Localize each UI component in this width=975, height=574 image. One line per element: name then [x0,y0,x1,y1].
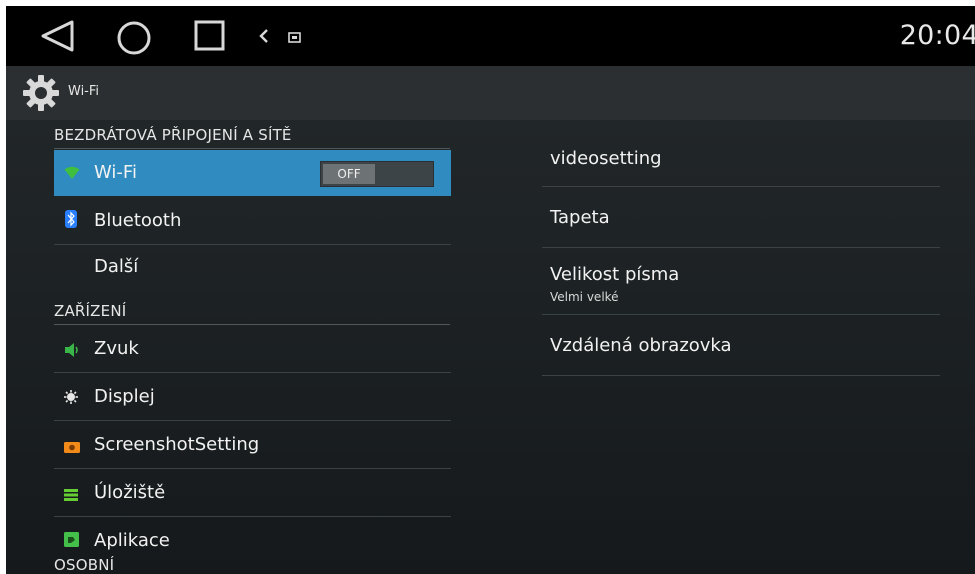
section-divider [54,148,450,149]
home-icon[interactable] [116,20,152,60]
list-item-summary: Velmi velké [550,290,619,304]
list-item-videosetting[interactable]: videosetting [542,128,940,184]
settings-headers-list: BEZDRÁTOVÁ PŘIPOJENÍ A SÍTĚ Wi-Fi OFF Bl… [6,118,456,574]
sidebar-item-more[interactable]: Další [54,246,451,286]
camera-icon [64,438,80,457]
divider [542,375,940,376]
sidebar-item-label: Aplikace [94,530,170,551]
sidebar-item-label: Bluetooth [94,210,182,231]
sidebar-item-display[interactable]: Displej [54,374,451,420]
clock: 20:04 [899,20,975,51]
list-item-font-size[interactable]: Velikost písma Velmi velké [542,248,940,314]
divider [54,516,451,517]
divider [54,420,451,421]
sidebar-item-label: Wi-Fi [94,162,137,183]
list-item-remote-screen[interactable]: Vzdálená obrazovka [542,315,940,375]
divider [54,468,451,469]
list-item-label: Vzdálená obrazovka [550,335,732,356]
apps-icon [64,532,79,551]
wifi-icon [64,165,80,184]
system-bar: 20:04 [6,6,975,66]
sidebar-item-label: Zvuk [94,338,139,359]
sidebar-item-label: Displej [94,386,155,407]
section-header-personal: OSOBNÍ [54,556,115,574]
action-bar-title: Wi-Fi [68,84,100,99]
list-item-label: videosetting [550,148,662,169]
sound-icon [64,342,80,361]
recent-apps-icon[interactable] [194,20,226,56]
screen: 20:04 Wi-Fi BEZDRÁTOVÁ PŘIPOJENÍ A SÍTĚ … [6,6,975,574]
storage-icon [64,486,78,505]
section-header-wireless: BEZDRÁTOVÁ PŘIPOJENÍ A SÍTĚ [54,126,292,144]
settings-gear-icon[interactable] [22,74,60,116]
divider [54,244,451,245]
list-item-label: Tapeta [550,207,610,228]
action-bar: Wi-Fi [6,66,975,120]
sidebar-item-storage[interactable]: Úložiště [54,470,451,516]
back-icon[interactable] [38,19,78,57]
wifi-toggle-state: OFF [323,164,375,184]
sidebar-item-sound[interactable]: Zvuk [54,326,451,372]
list-item-wallpaper[interactable]: Tapeta [542,187,940,247]
chevron-left-icon[interactable] [257,28,271,48]
wifi-toggle[interactable]: OFF [320,161,434,187]
sidebar-item-screenshot[interactable]: ScreenshotSetting [54,422,451,468]
sidebar-item-label: Další [94,256,139,277]
sidebar-item-bluetooth[interactable]: Bluetooth [54,198,451,244]
sidebar-item-wifi[interactable]: Wi-Fi OFF [54,150,451,196]
divider [54,372,451,373]
bluetooth-icon [65,210,77,232]
brightness-icon [64,389,78,408]
list-item-label: Velikost písma [550,264,680,285]
section-header-device: ZAŘÍZENÍ [54,302,127,320]
sidebar-item-apps[interactable]: Aplikace [54,518,451,558]
sidebar-item-label: Úložiště [94,482,166,503]
sidebar-item-label: ScreenshotSetting [94,434,260,455]
section-divider [54,324,450,325]
screenshot-icon[interactable] [288,29,302,48]
